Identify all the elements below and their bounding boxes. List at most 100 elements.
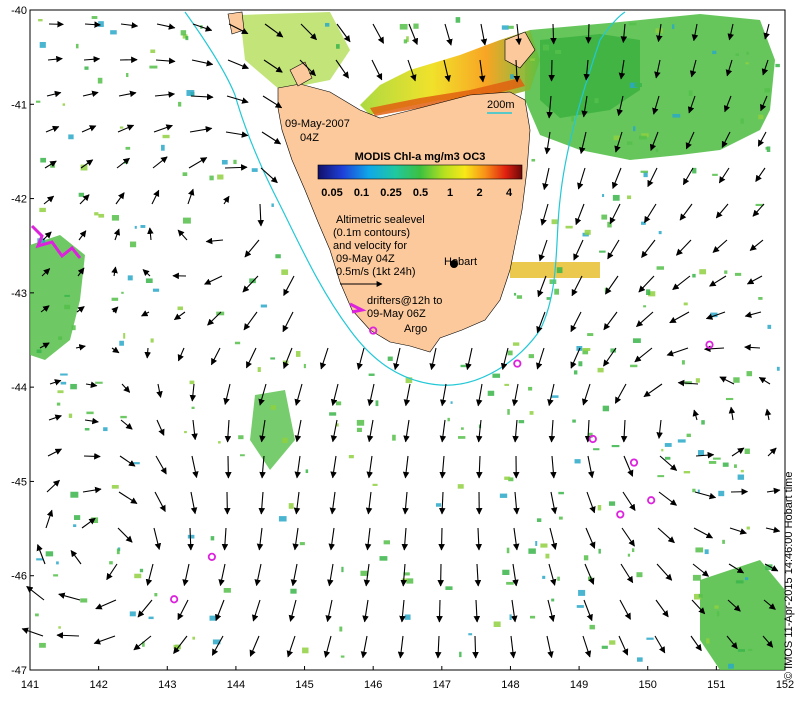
chl-speck: [120, 416, 126, 418]
chl-speck: [506, 582, 514, 585]
altimetry-text-5: 0.5m/s (1kt 24h): [336, 266, 415, 278]
chl-speck: [643, 305, 646, 307]
velocity-arrow: [475, 636, 476, 658]
velocity-arrow: [553, 24, 554, 44]
chl-speck: [233, 160, 236, 164]
chl-speck: [95, 382, 103, 384]
x-tick-label: 148: [501, 679, 519, 691]
chl-speck: [57, 390, 63, 393]
chl-speck: [373, 484, 378, 486]
chl-speck: [282, 438, 288, 443]
chl-speck: [281, 269, 288, 275]
chl-speck: [695, 547, 703, 552]
chl-speck: [510, 614, 512, 620]
chl-speck: [185, 36, 188, 40]
chl-speck: [578, 361, 582, 366]
chl-speck: [336, 44, 340, 49]
chl-speck: [633, 338, 641, 343]
chl-speck: [701, 420, 705, 424]
chl-speck: [112, 215, 119, 221]
chl-speck: [121, 292, 123, 294]
chl-speck: [461, 365, 467, 367]
altimetry-text-3: and velocity for: [333, 240, 407, 252]
chl-speck: [643, 172, 647, 177]
chl-speck: [551, 395, 558, 398]
chl-speck: [188, 535, 195, 539]
drifters-text-1: drifters@12h to: [367, 295, 442, 307]
chl-speck: [468, 633, 472, 635]
chl-speck: [724, 270, 727, 273]
chl-speck: [68, 134, 73, 139]
x-tick-label: 145: [295, 679, 313, 691]
chl-speck: [224, 588, 231, 593]
chl-speck: [735, 53, 738, 56]
chl-speck: [684, 471, 690, 473]
chl-speck: [258, 367, 261, 372]
chl-speck: [134, 574, 141, 578]
chl-speck: [63, 103, 65, 105]
chl-speck: [64, 295, 70, 297]
chl-speck: [510, 74, 514, 79]
chl-speck: [252, 168, 258, 172]
chl-speck: [218, 441, 221, 443]
chl-speck: [714, 605, 718, 608]
altimetry-text-1: Altimetric sealevel: [336, 214, 425, 226]
altimetry-text-2: (0.1m contours): [333, 227, 410, 239]
chl-speck: [240, 454, 245, 456]
chl-speck: [551, 599, 554, 602]
chl-speck: [718, 491, 724, 496]
chl-speck: [98, 21, 104, 27]
chl-speck: [186, 90, 194, 96]
chl-speck: [149, 617, 154, 619]
chl-speck: [306, 469, 309, 473]
colorbar-tick-label: 0.5: [413, 187, 428, 199]
chl-speck: [369, 374, 375, 376]
chl-speck: [456, 17, 461, 23]
chl-speck: [261, 305, 267, 308]
drifters-text-2: 09-May 06Z: [367, 308, 426, 320]
chl-speck: [559, 517, 563, 520]
chl-speck: [585, 230, 591, 235]
chl-speck: [574, 370, 577, 374]
chl-speck: [696, 378, 700, 382]
chl-speck: [502, 25, 509, 29]
chl-speck: [629, 23, 637, 26]
chl-speck: [578, 590, 585, 596]
chl-speck: [181, 30, 186, 35]
chl-speck: [693, 575, 701, 581]
chl-speck: [72, 325, 76, 330]
chl-speck: [590, 625, 595, 629]
chl-speck: [98, 214, 104, 218]
chl-speck: [192, 637, 195, 640]
chl-speck: [270, 357, 275, 359]
chl-speck: [519, 420, 525, 423]
chl-speck: [552, 219, 558, 224]
chl-speck: [575, 459, 581, 463]
chl-speck: [341, 567, 343, 572]
chl-speck: [630, 365, 637, 368]
chl-speck: [119, 341, 124, 346]
chl-speck: [699, 594, 703, 598]
velocity-arrow: [84, 456, 100, 457]
chl-speck: [384, 540, 390, 544]
chl-speck: [646, 638, 653, 640]
chl-speck: [53, 574, 58, 576]
chl-speck: [745, 577, 748, 580]
chl-speck: [35, 613, 39, 616]
chl-speck: [577, 605, 584, 608]
chl-speck: [659, 231, 662, 234]
chl-speck: [161, 145, 165, 151]
x-tick-label: 146: [364, 679, 382, 691]
chl-speck: [656, 149, 658, 153]
chl-speck: [445, 586, 452, 590]
chl-speck: [646, 289, 650, 295]
velocity-arrow: [441, 528, 442, 550]
chl-speck: [758, 115, 763, 120]
chl-speck: [764, 88, 770, 92]
chl-speck: [238, 435, 243, 439]
chl-speck: [56, 561, 59, 564]
chl-speck: [58, 626, 61, 628]
chl-speck: [178, 102, 181, 107]
chl-speck: [545, 554, 549, 559]
chl-speck: [112, 298, 119, 301]
